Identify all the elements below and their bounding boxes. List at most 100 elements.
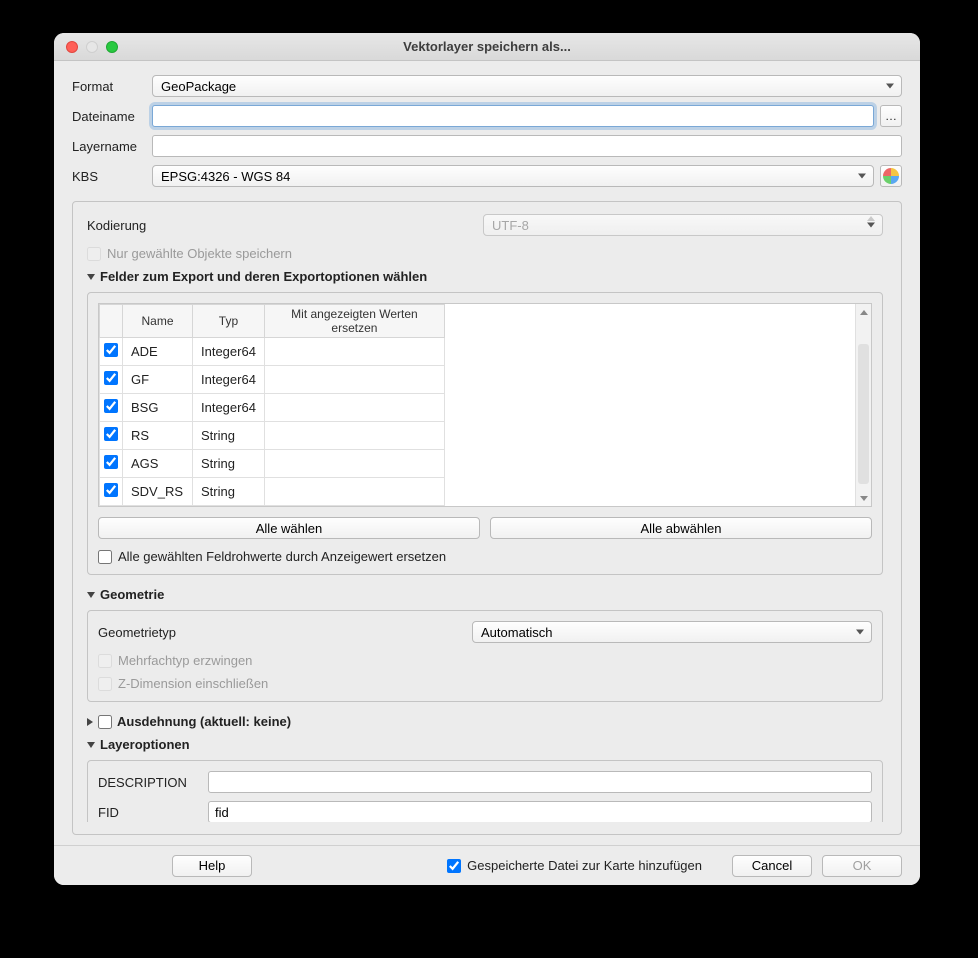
description-input[interactable] — [208, 771, 872, 793]
field-button-row: Alle wählen Alle abwählen — [98, 517, 872, 539]
options-scroll-panel: Kodierung UTF-8 Nur gewählte Objekte spe… — [72, 201, 902, 835]
chevron-down-icon — [87, 592, 95, 598]
field-type-cell: String — [193, 450, 265, 478]
replace-raw-checkbox[interactable] — [98, 550, 112, 564]
table-row[interactable]: ADEInteger64 — [100, 338, 445, 366]
scroll-up-icon[interactable] — [856, 304, 871, 320]
geometry-groupbox: Geometrietyp Automatisch Mehrfachtyp erz… — [87, 610, 883, 702]
field-checkbox[interactable] — [104, 483, 118, 497]
extent-section-header[interactable]: Ausdehnung (aktuell: keine) — [87, 714, 883, 729]
filename-input[interactable] — [152, 105, 874, 127]
table-row[interactable]: RSString — [100, 422, 445, 450]
layer-options-section-header[interactable]: Layeroptionen — [87, 737, 883, 752]
dialog-footer: Help Gespeicherte Datei zur Karte hinzuf… — [54, 845, 920, 885]
field-replace-cell — [264, 450, 444, 478]
field-replace-cell — [264, 478, 444, 506]
field-name-cell: GF — [123, 366, 193, 394]
include-z-checkbox — [98, 677, 112, 691]
layer-options-groupbox: DESCRIPTION FID — [87, 760, 883, 822]
col-type-header: Typ — [193, 305, 265, 338]
layername-label: Layername — [72, 139, 152, 154]
scroll-thumb[interactable] — [858, 344, 869, 484]
description-row: DESCRIPTION — [98, 771, 872, 793]
force-multi-checkbox — [98, 654, 112, 668]
include-z-row: Z-Dimension einschließen — [98, 676, 872, 691]
add-to-map-checkbox[interactable] — [447, 859, 461, 873]
field-name-cell: BSG — [123, 394, 193, 422]
col-name-header: Name — [123, 305, 193, 338]
field-replace-cell — [264, 422, 444, 450]
field-checkbox[interactable] — [104, 343, 118, 357]
layername-input[interactable] — [152, 135, 902, 157]
format-row: Format GeoPackage — [72, 75, 902, 97]
titlebar: Vektorlayer speichern als... — [54, 33, 920, 61]
table-row[interactable]: AGSString — [100, 450, 445, 478]
fid-input[interactable] — [208, 801, 872, 822]
format-select-wrap[interactable]: GeoPackage — [152, 75, 902, 97]
field-type-cell: String — [193, 422, 265, 450]
geometry-type-select-wrap[interactable]: Automatisch — [472, 621, 872, 643]
deselect-all-button[interactable]: Alle abwählen — [490, 517, 872, 539]
browse-file-button[interactable]: … — [880, 105, 902, 127]
field-name-cell: ADE — [123, 338, 193, 366]
format-label: Format — [72, 79, 152, 94]
add-to-map-label: Gespeicherte Datei zur Karte hinzufügen — [467, 858, 702, 873]
force-multi-label: Mehrfachtyp erzwingen — [118, 653, 252, 668]
layername-row: Layername — [72, 135, 902, 157]
field-replace-cell — [264, 338, 444, 366]
include-z-label: Z-Dimension einschließen — [118, 676, 268, 691]
crs-picker-button[interactable] — [880, 165, 902, 187]
ellipsis-icon: … — [885, 109, 897, 123]
crs-select-wrap[interactable]: EPSG:4326 - WGS 84 — [152, 165, 874, 187]
cancel-button[interactable]: Cancel — [732, 855, 812, 877]
scroll-down-icon[interactable] — [856, 490, 871, 506]
force-multi-row: Mehrfachtyp erzwingen — [98, 653, 872, 668]
help-button[interactable]: Help — [172, 855, 252, 877]
fields-table: Name Typ Mit angezeigten Werten ersetzen… — [99, 304, 445, 506]
geometry-section-header[interactable]: Geometrie — [87, 587, 883, 602]
save-selected-label: Nur gewählte Objekte speichern — [107, 246, 292, 261]
crs-row: KBS EPSG:4326 - WGS 84 — [72, 165, 902, 187]
table-scrollbar[interactable] — [855, 304, 871, 506]
extent-checkbox[interactable] — [98, 715, 112, 729]
field-type-cell: Integer64 — [193, 394, 265, 422]
field-checkbox[interactable] — [104, 427, 118, 441]
field-type-cell: Integer64 — [193, 338, 265, 366]
geometry-type-select[interactable]: Automatisch — [472, 621, 872, 643]
options-scroll-inner[interactable]: Kodierung UTF-8 Nur gewählte Objekte spe… — [87, 214, 887, 822]
dialog-content: Format GeoPackage Dateiname … Layername … — [54, 61, 920, 845]
format-select[interactable]: GeoPackage — [152, 75, 902, 97]
table-row[interactable]: SDV_RSString — [100, 478, 445, 506]
fields-section-header[interactable]: Felder zum Export und deren Exportoption… — [87, 269, 883, 284]
field-name-cell: AGS — [123, 450, 193, 478]
col-replace-header: Mit angezeigten Werten ersetzen — [264, 305, 444, 338]
description-label: DESCRIPTION — [98, 775, 208, 790]
fid-row: FID — [98, 801, 872, 822]
chevron-down-icon — [87, 742, 95, 748]
table-row[interactable]: BSGInteger64 — [100, 394, 445, 422]
select-all-button[interactable]: Alle wählen — [98, 517, 480, 539]
field-name-cell: SDV_RS — [123, 478, 193, 506]
encoding-label: Kodierung — [87, 218, 483, 233]
encoding-row: Kodierung UTF-8 — [87, 214, 883, 236]
crs-select[interactable]: EPSG:4326 - WGS 84 — [152, 165, 874, 187]
field-type-cell: String — [193, 478, 265, 506]
fid-label: FID — [98, 805, 208, 820]
window-title: Vektorlayer speichern als... — [54, 39, 920, 54]
geometry-type-row: Geometrietyp Automatisch — [98, 621, 872, 643]
add-to-map-row: Gespeicherte Datei zur Karte hinzufügen — [447, 858, 702, 873]
geometry-type-label: Geometrietyp — [98, 625, 472, 640]
fields-groupbox: Name Typ Mit angezeigten Werten ersetzen… — [87, 292, 883, 575]
ok-button: OK — [822, 855, 902, 877]
field-type-cell: Integer64 — [193, 366, 265, 394]
field-checkbox[interactable] — [104, 399, 118, 413]
filename-row: Dateiname … — [72, 105, 902, 127]
field-name-cell: RS — [123, 422, 193, 450]
table-row[interactable]: GFInteger64 — [100, 366, 445, 394]
field-checkbox[interactable] — [104, 455, 118, 469]
field-checkbox[interactable] — [104, 371, 118, 385]
chevron-down-icon — [87, 274, 95, 280]
filename-label: Dateiname — [72, 109, 152, 124]
save-selected-row: Nur gewählte Objekte speichern — [87, 246, 883, 261]
replace-raw-label: Alle gewählten Feldrohwerte durch Anzeig… — [118, 549, 446, 564]
